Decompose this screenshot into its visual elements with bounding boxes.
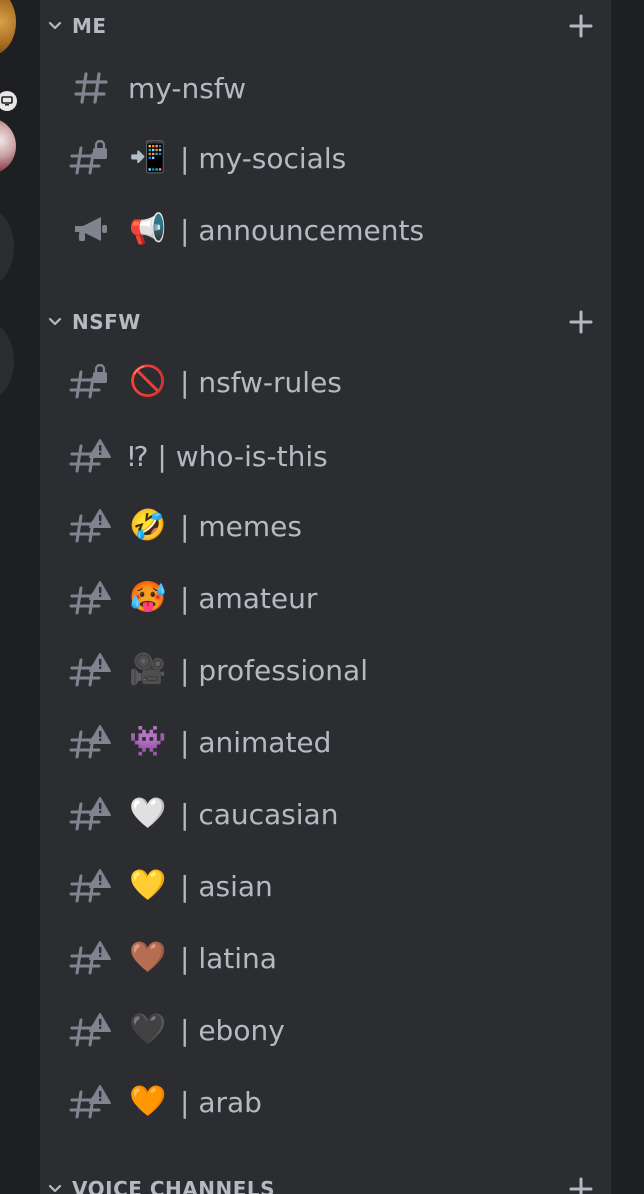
nsfw-hashtag-icon — [68, 866, 114, 906]
channel-name: | nsfw-rules — [180, 365, 342, 399]
locked-hashtag-icon — [68, 138, 114, 178]
channel-emoji: 🤣 — [129, 508, 167, 543]
server-avatar[interactable] — [0, 320, 14, 402]
channel-item[interactable]: 🥵 | amateur — [68, 570, 588, 626]
chevron-down-icon — [46, 17, 64, 35]
channel-item[interactable]: 📢 | announcements — [68, 202, 588, 258]
discord-window: ME NSFW VOICE CHANNELS my-nsfw 📲 | my-soci… — [0, 0, 644, 1194]
add-channel-icon[interactable] — [566, 11, 596, 41]
channel-emoji: 🚫 — [129, 364, 167, 399]
channel-item[interactable]: 📲 | my-socials — [68, 130, 588, 186]
channel-item[interactable]: 👾 | animated — [68, 714, 588, 770]
channel-name: my-nsfw — [128, 71, 247, 105]
server-avatar[interactable] — [0, 118, 16, 174]
nsfw-hashtag-icon — [68, 578, 114, 618]
category-me[interactable]: ME — [46, 9, 606, 43]
channel-emoji: 💛 — [129, 868, 167, 903]
member-area-edge — [611, 0, 644, 1194]
monitor-icon — [0, 91, 17, 111]
channel-name: | professional — [180, 653, 368, 687]
nsfw-hashtag-icon — [68, 1082, 114, 1122]
channel-item[interactable]: 🚫 | nsfw-rules — [68, 354, 588, 410]
channel-emoji: 🤎 — [129, 940, 167, 975]
add-channel-icon[interactable] — [566, 1174, 596, 1194]
channel-item[interactable]: 🖤 | ebony — [68, 1002, 588, 1058]
channel-item[interactable]: 🎥 | professional — [68, 642, 588, 698]
server-rail — [0, 0, 38, 1194]
nsfw-hashtag-icon — [68, 436, 114, 476]
nsfw-hashtag-icon — [68, 938, 114, 978]
nsfw-hashtag-icon — [68, 1010, 114, 1050]
category-name: NSFW — [72, 310, 141, 334]
nsfw-hashtag-icon — [68, 650, 114, 690]
channel-item[interactable]: 🤍 | caucasian — [68, 786, 588, 842]
channel-emoji: 🎥 — [129, 652, 167, 687]
channel-emoji: 📢 — [129, 212, 167, 247]
category-voice-channels[interactable]: VOICE CHANNELS — [46, 1172, 606, 1194]
channel-emoji: 🥵 — [129, 580, 167, 615]
nsfw-hashtag-icon — [68, 722, 114, 762]
channel-item[interactable]: ⁉ | who-is-this — [68, 428, 588, 484]
nsfw-hashtag-icon — [68, 794, 114, 834]
channel-item[interactable]: 🤣 | memes — [68, 498, 588, 554]
hashtag-icon — [68, 68, 114, 108]
category-name: VOICE CHANNELS — [72, 1177, 276, 1194]
channel-item[interactable]: 🤎 | latina — [68, 930, 588, 986]
channel-name: | amateur — [180, 581, 318, 615]
server-avatar[interactable] — [0, 206, 14, 288]
channel-emoji: 🧡 — [129, 1084, 167, 1119]
channel-item[interactable]: 🧡 | arab — [68, 1074, 588, 1130]
channel-name: | caucasian — [180, 797, 339, 831]
channel-name: | asian — [180, 869, 273, 903]
chevron-down-icon — [46, 313, 64, 331]
device-badge — [0, 88, 20, 114]
category-name: ME — [72, 14, 107, 38]
channel-name: | my-socials — [180, 141, 347, 175]
channel-emoji: 🤍 — [129, 796, 167, 831]
channel-name: | ebony — [180, 1013, 285, 1047]
channel-emoji: 👾 — [129, 724, 167, 759]
locked-hashtag-icon — [68, 362, 114, 402]
chevron-down-icon — [46, 1180, 64, 1194]
channel-item[interactable]: my-nsfw — [68, 60, 588, 116]
channel-name: | latina — [180, 941, 277, 975]
channel-item[interactable]: 💛 | asian — [68, 858, 588, 914]
megaphone-icon — [68, 210, 114, 250]
channel-name: | memes — [180, 509, 302, 543]
channel-name: ⁉ | who-is-this — [128, 439, 328, 473]
channel-name: | announcements — [180, 213, 425, 247]
category-nsfw[interactable]: NSFW — [46, 305, 606, 339]
channel-name: | animated — [180, 725, 332, 759]
channel-emoji: 📲 — [129, 140, 167, 175]
nsfw-hashtag-icon — [68, 506, 114, 546]
server-avatar[interactable] — [0, 0, 16, 56]
channel-name: | arab — [180, 1085, 262, 1119]
add-channel-icon[interactable] — [566, 307, 596, 337]
channel-emoji: 🖤 — [129, 1012, 167, 1047]
